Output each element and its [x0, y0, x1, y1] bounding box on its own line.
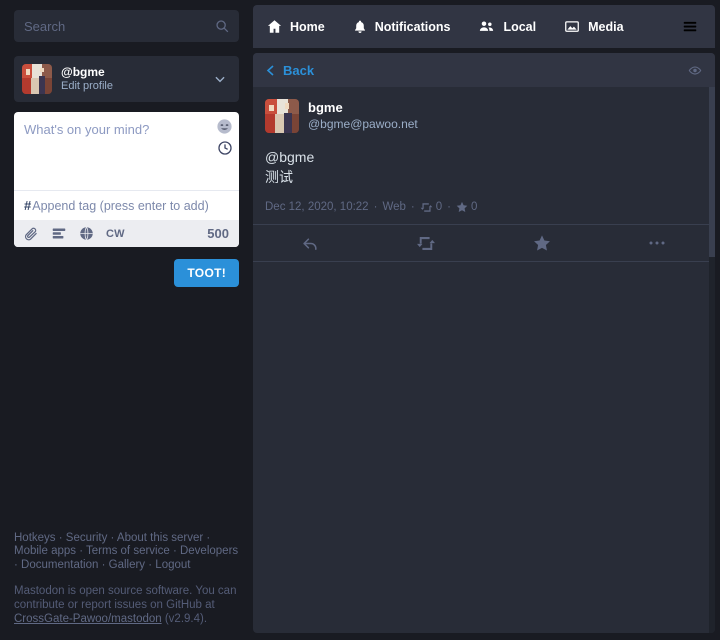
back-button[interactable]: Back [265, 63, 314, 78]
poll-icon[interactable] [51, 226, 67, 241]
ellipsis-icon [648, 240, 666, 246]
drawer-spacer [14, 287, 239, 532]
column-scrollbar[interactable] [709, 87, 715, 633]
status-meta: Dec 12, 2020, 10:22 · Web · 0 · 0 [265, 201, 703, 224]
more-button[interactable] [600, 240, 716, 246]
boost-icon [416, 235, 436, 252]
drawer: @bgme Edit profile What's on your mind? [0, 0, 253, 640]
tab-local-label: Local [503, 19, 537, 34]
footer-link-developers[interactable]: Developers [180, 545, 238, 557]
status-acct: @bgme@pawoo.net [308, 117, 418, 131]
meta-sep-2: · [410, 201, 415, 213]
status-mention[interactable]: @bgme [265, 149, 314, 165]
favourite-button[interactable] [484, 234, 600, 252]
search-box[interactable] [14, 10, 239, 42]
home-icon [267, 19, 282, 34]
scrollbar-thumb[interactable] [709, 87, 715, 257]
tab-home-label: Home [290, 19, 325, 34]
status-display-name: bgme [308, 100, 343, 115]
append-tag-row[interactable]: # Append tag (press enter to add) [14, 190, 239, 220]
users-icon [478, 19, 495, 34]
tabs-bar: Home Notifications Local Media [253, 5, 715, 48]
footer-link-security[interactable]: Security [66, 532, 108, 544]
compose-side-icons [216, 118, 233, 156]
columns-area: Home Notifications Local Media Back bgme… [253, 0, 720, 640]
footer-link-terms[interactable]: Terms of service [86, 545, 170, 557]
status-timestamp[interactable]: Dec 12, 2020, 10:22 [265, 201, 369, 213]
status-action-bar [253, 224, 715, 262]
reply-icon [301, 235, 320, 252]
bell-icon [353, 19, 367, 34]
clock-icon[interactable] [217, 140, 233, 156]
tab-notifications-label: Notifications [374, 19, 451, 34]
tab-media-label: Media [588, 19, 624, 34]
status-text: 测试 [265, 169, 293, 185]
compose-placeholder: What's on your mind? [24, 122, 150, 137]
drawer-footer: Hotkeys · Security · About this server ·… [14, 532, 239, 640]
hash-icon: # [24, 198, 32, 213]
hamburger-menu-icon[interactable] [671, 5, 715, 48]
toot-row: TOOT! [14, 259, 239, 287]
column-header: Back [253, 53, 715, 87]
status-application: Web [382, 201, 406, 213]
status-boost-count[interactable]: 0 [420, 201, 442, 213]
avatar [265, 99, 299, 133]
paperclip-icon[interactable] [24, 226, 39, 241]
tabs-spacer [638, 5, 671, 48]
status-column: Back bgme @bgme@pawoo.net @bgme 测试 Dec 1… [253, 53, 715, 633]
footer-link-gallery[interactable]: Gallery [109, 559, 145, 571]
toot-button[interactable]: TOOT! [174, 259, 239, 287]
compose-form: What's on your mind? # Append tag (press… [14, 112, 239, 247]
search-icon [215, 19, 229, 33]
star-icon [456, 201, 468, 213]
footer-link-mobile-apps[interactable]: Mobile apps [14, 545, 76, 557]
footer-note-after: (v2.9.4). [161, 613, 208, 625]
compose-textarea[interactable]: What's on your mind? [14, 112, 239, 190]
status-fav-count[interactable]: 0 [456, 201, 477, 213]
footer-note: Mastodon is open source software. You ca… [14, 584, 239, 626]
tab-local[interactable]: Local [464, 5, 550, 48]
append-tag-placeholder: Append tag (press enter to add) [32, 198, 209, 213]
status-account[interactable]: bgme @bgme@pawoo.net [265, 99, 703, 133]
meta-sep-1: · [373, 201, 378, 213]
footer-note-before: Mastodon is open source software. You ca… [14, 585, 237, 611]
boost-count-value: 0 [435, 201, 443, 213]
profile-row[interactable]: @bgme Edit profile [14, 56, 239, 102]
image-icon [564, 19, 580, 34]
compose-toolbar: CW 500 [14, 220, 239, 247]
emoji-picker-icon[interactable] [216, 118, 233, 135]
boost-icon [420, 202, 433, 213]
footer-link-documentation[interactable]: Documentation [21, 559, 98, 571]
footer-repo-link[interactable]: CrossGate-Pawoo/mastodon [14, 613, 162, 625]
character-counter: 500 [207, 226, 229, 241]
tab-media[interactable]: Media [550, 5, 637, 48]
eye-icon[interactable] [687, 64, 703, 77]
edit-profile-link[interactable]: Edit profile [61, 79, 213, 93]
tab-home[interactable]: Home [253, 5, 339, 48]
star-icon [533, 234, 551, 252]
back-button-label: Back [283, 62, 315, 78]
chevron-down-icon[interactable] [213, 72, 231, 86]
footer-link-hotkeys[interactable]: Hotkeys [14, 532, 56, 544]
status-content: @bgme 测试 [265, 147, 703, 187]
reply-button[interactable] [253, 235, 369, 252]
search-input[interactable] [24, 18, 229, 34]
tab-notifications[interactable]: Notifications [339, 5, 465, 48]
avatar [22, 64, 52, 94]
meta-sep-3: · [447, 201, 451, 213]
app-root: @bgme Edit profile What's on your mind? [0, 0, 720, 640]
detailed-status: bgme @bgme@pawoo.net @bgme 测试 Dec 12, 20… [253, 87, 715, 224]
chevron-left-icon [265, 64, 277, 77]
profile-text: @bgme Edit profile [61, 65, 213, 93]
footer-link-about[interactable]: About this server [117, 532, 203, 544]
status-account-names: bgme @bgme@pawoo.net [308, 100, 418, 132]
footer-link-logout[interactable]: Logout [155, 559, 190, 571]
fav-count-value: 0 [470, 201, 478, 213]
boost-button[interactable] [369, 235, 485, 252]
content-warning-button[interactable]: CW [106, 228, 125, 240]
footer-links: Hotkeys · Security · About this server ·… [14, 531, 239, 571]
profile-username: @bgme [61, 65, 105, 79]
globe-icon[interactable] [79, 226, 94, 241]
